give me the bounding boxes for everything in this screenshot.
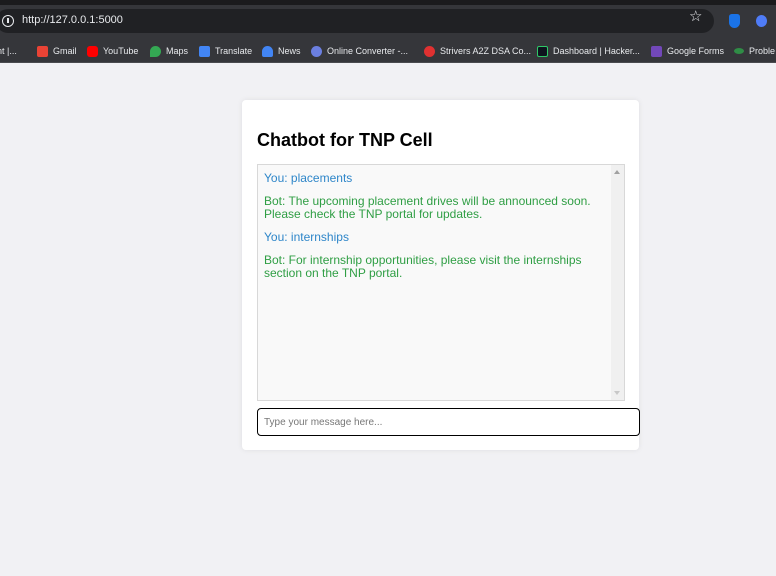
bookmark-hackerrank[interactable]: Dashboard | Hacker... — [537, 43, 640, 59]
bookmark-maps[interactable]: Maps — [150, 43, 188, 59]
forms-icon — [651, 45, 662, 57]
bookmark-gmail[interactable]: Gmail — [37, 43, 77, 59]
bookmark-translate[interactable]: Translate — [199, 43, 252, 59]
site-info-icon[interactable] — [2, 15, 14, 27]
bookmark-google-forms[interactable]: Google Forms — [651, 43, 724, 59]
bot-message: Bot: The upcoming placement drives will … — [264, 194, 591, 221]
bookmark-strivers[interactable]: Strivers A2Z DSA Co... — [424, 43, 531, 59]
bookmark-gfg[interactable]: Proble — [734, 43, 775, 59]
gfg-icon — [734, 48, 744, 54]
scroll-down-arrow-icon[interactable] — [614, 391, 620, 395]
user-message: You: internships — [264, 230, 349, 244]
scroll-up-arrow-icon[interactable] — [614, 170, 620, 174]
address-url[interactable]: http://127.0.0.1:5000 — [22, 14, 123, 26]
extension-shield-icon[interactable] — [729, 14, 740, 28]
bookmark-label: Proble — [749, 46, 776, 56]
hackerrank-icon — [537, 45, 548, 57]
bookmark-label: YouTube — [103, 46, 139, 56]
news-icon — [262, 45, 273, 57]
browser-toolbar: http://127.0.0.1:5000 ☆ — [0, 5, 776, 38]
address-bar[interactable]: http://127.0.0.1:5000 — [0, 9, 714, 33]
page-title: Chatbot for TNP Cell — [257, 130, 433, 150]
maps-icon — [150, 45, 161, 57]
user-message: You: placements — [264, 171, 353, 185]
bookmark-label: Maps — [166, 46, 189, 56]
gmail-icon — [37, 45, 48, 57]
bookmark-label: Gmail — [53, 46, 77, 56]
bookmark-item[interactable]: nt |... — [0, 43, 17, 59]
bookmark-label: Strivers A2Z DSA Co... — [440, 46, 532, 56]
bot-message: Bot: For internship opportunities, pleas… — [264, 253, 582, 280]
youtube-icon — [87, 45, 98, 57]
bookmark-star-icon[interactable]: ☆ — [689, 7, 702, 25]
message-input[interactable] — [257, 408, 640, 436]
message-list: You: placements Bot: The upcoming placem… — [264, 172, 609, 290]
bookmark-news[interactable]: News — [262, 43, 301, 59]
bookmark-label: nt |... — [0, 46, 17, 56]
chat-scrollbar[interactable] — [611, 165, 624, 400]
bookmark-label: Google Forms — [667, 46, 725, 56]
bookmark-converter[interactable]: Online Converter -... — [311, 43, 408, 59]
translate-icon — [199, 45, 210, 57]
bookmark-label: Dashboard | Hacker... — [553, 46, 640, 56]
bookmark-label: News — [278, 46, 301, 56]
bookmarks-bar: nt |... Gmail YouTube Maps Translate New… — [0, 38, 776, 63]
converter-icon — [311, 45, 322, 57]
extension-drop-icon[interactable] — [756, 15, 767, 27]
bookmark-label: Translate — [215, 46, 253, 56]
tuf-icon — [424, 45, 435, 57]
bookmark-youtube[interactable]: YouTube — [87, 43, 138, 59]
chat-log[interactable]: You: placements Bot: The upcoming placem… — [257, 164, 625, 401]
bookmark-label: Online Converter -... — [327, 46, 409, 56]
chat-card: Chatbot for TNP Cell You: placements Bot… — [242, 100, 640, 450]
